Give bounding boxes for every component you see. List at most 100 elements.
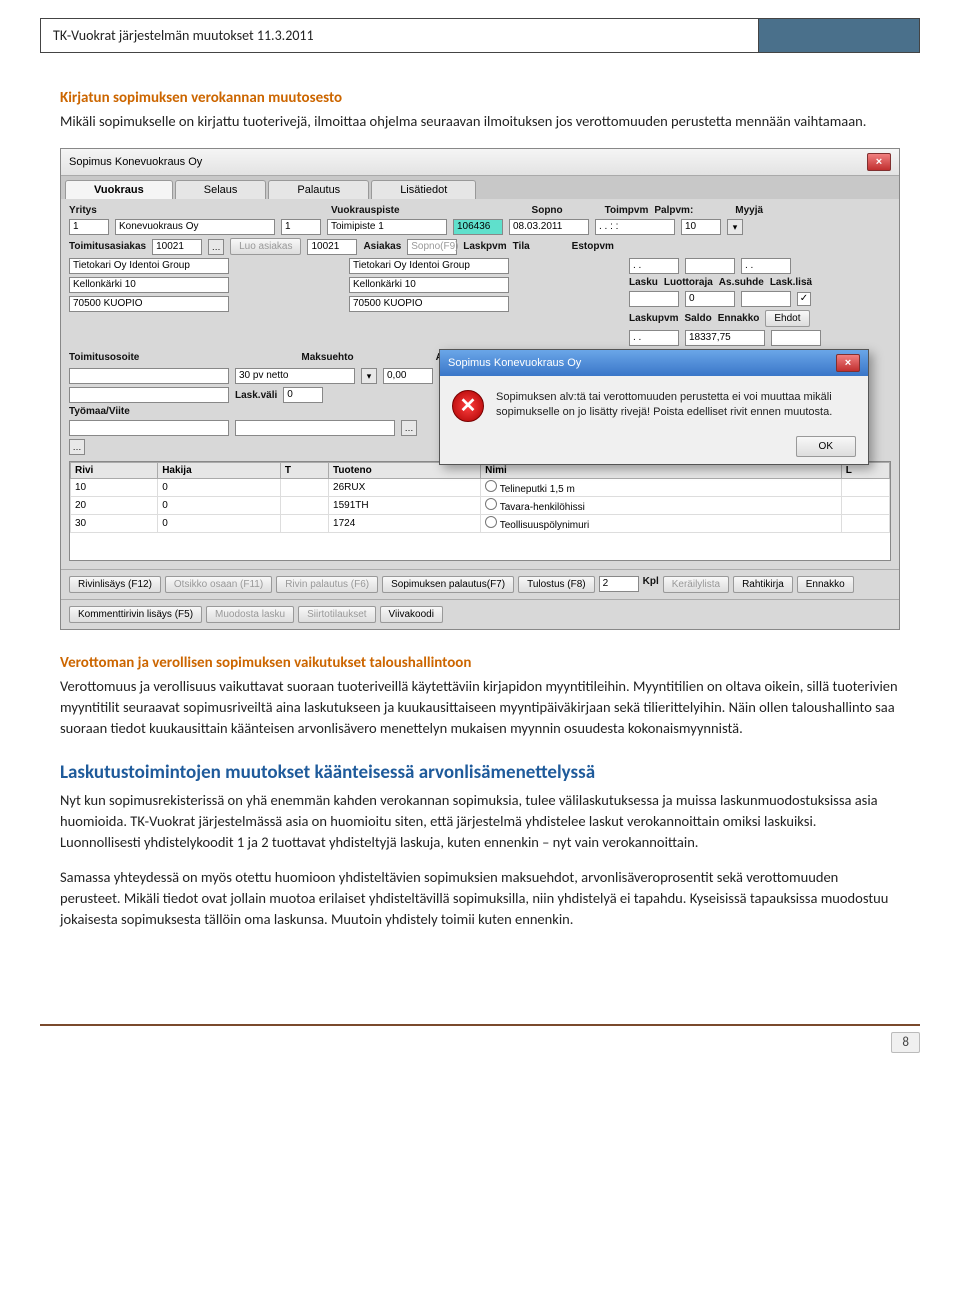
lbl-sopno: Sopno (532, 205, 563, 216)
fld-osoite1b[interactable]: Kellonkärki 10 (349, 277, 509, 293)
fld-osoite1[interactable]: Kellonkärki 10 (69, 277, 229, 293)
fld-laskupvm[interactable]: . . (629, 330, 679, 346)
close-icon[interactable]: × (836, 354, 860, 372)
ok-button[interactable]: OK (796, 436, 856, 457)
fld-yritys-nimi[interactable]: Konevuokraus Oy (115, 219, 275, 235)
close-icon[interactable]: × (867, 153, 891, 171)
lbl-palpvm: Palpvm: (654, 205, 693, 216)
section1-title: Kirjatun sopimuksen verokannan muutosest… (60, 89, 900, 107)
btn-viivakoodi[interactable]: Viivakoodi (380, 606, 443, 623)
header-accent (759, 19, 919, 52)
fld-osoite2[interactable]: 70500 KUOPIO (69, 296, 229, 312)
fld-assuhde[interactable] (741, 291, 791, 307)
app-title-text: Sopimus Konevuokraus Oy (69, 156, 202, 168)
section1-body: Mikäli sopimukselle on kirjattu tuoteriv… (60, 111, 900, 132)
fld-laskvali[interactable]: 0 (283, 387, 323, 403)
lbl-luottoraja: Luottoraja (664, 277, 713, 288)
lbl-maksuehto: Maksuehto (301, 352, 353, 363)
lbl-laskvali: Lask.väli (235, 390, 277, 401)
btn-luo-asiakas[interactable]: Luo asiakas (230, 238, 301, 255)
fld-myyja[interactable]: 10 (681, 219, 721, 235)
lbl-tyomaa: Työmaa/Viite (69, 406, 130, 417)
btn-siirtotilaukset[interactable]: Siirtotilaukset (298, 606, 375, 623)
btn-rivin-palautus[interactable]: Rivin palautus (F6) (276, 576, 378, 593)
btn-tulostus[interactable]: Tulostus (F8) (518, 576, 595, 593)
lbl-asiakas: Asiakas (363, 241, 401, 252)
fld-ennakko[interactable] (771, 330, 821, 346)
fld-yritys-no[interactable]: 1 (69, 219, 109, 235)
fld-saldo[interactable]: 18337,75 (685, 330, 765, 346)
col-t[interactable]: T (280, 463, 328, 479)
app-titlebar: Sopimus Konevuokraus Oy × (61, 149, 899, 176)
product-grid: Rivi Hakija T Tuoteno Nimi L 10 0 26RUX (69, 461, 891, 561)
search-icon[interactable] (485, 516, 497, 528)
app-button-row-1: Rivinlisäys (F12) Otsikko osaan (F11) Ri… (61, 569, 899, 599)
fld-luottoraja[interactable]: 0 (685, 291, 735, 307)
table-row[interactable]: 20 0 1591TH Tavara-henkilöhissi (71, 497, 890, 515)
search-icon[interactable] (485, 480, 497, 492)
lbl-ennakko: Ennakko (718, 313, 760, 324)
lbl-estopvm: Estopvm (572, 241, 614, 252)
lookup-icon[interactable]: … (401, 420, 417, 436)
fld-alv[interactable]: 0,00 (383, 368, 433, 384)
fld-kpl[interactable]: 2 (599, 576, 639, 592)
fld-toimitusasiakas-nimi[interactable]: Tietokari Oy Identoi Group (69, 258, 229, 274)
fld-tyomaa2[interactable] (235, 420, 395, 436)
lbl-assuhde: As.suhde (719, 277, 764, 288)
dropdown-icon[interactable]: ▾ (361, 368, 377, 384)
dropdown-icon[interactable]: ▾ (727, 219, 743, 235)
btn-sopimuksen-palautus[interactable]: Sopimuksen palautus(F7) (382, 576, 514, 593)
fld-toimitusosoite1[interactable] (69, 368, 229, 384)
fld-asiakas-no[interactable]: 10021 (307, 239, 357, 255)
app-tabs: Vuokraus Selaus Palautus Lisätiedot (61, 176, 899, 199)
btn-kommenttirivin[interactable]: Kommenttirivin lisäys (F5) (69, 606, 202, 623)
section2-body: Verottomuus ja verollisuus vaikuttavat s… (60, 676, 900, 739)
section3-p2: Samassa yhteydessä on myös otettu huomio… (60, 867, 900, 930)
btn-rahtikirja[interactable]: Rahtikirja (733, 576, 793, 593)
tab-lisatiedot[interactable]: Lisätiedot (371, 180, 476, 199)
col-hakija[interactable]: Hakija (158, 463, 281, 479)
lbl-toimitusasiakas: Toimitusasiakas (69, 241, 146, 252)
fld-sopno-ph[interactable]: Sopno(F9) (407, 239, 457, 255)
fld-osoite2b[interactable]: 70500 KUOPIO (349, 296, 509, 312)
lbl-vuokrauspiste: Vuokrauspiste (331, 205, 400, 216)
lbl-laskupvm: Laskupvm (629, 313, 678, 324)
fld-palpvm[interactable]: . . : : (595, 219, 675, 235)
section3-p1: Nyt kun sopimusrekisterissä on yhä enemm… (60, 790, 900, 853)
header-title: TK-Vuokrat järjestelmän muutokset 11.3.2… (41, 19, 759, 52)
fld-laskpvm[interactable]: . . (629, 258, 679, 274)
search-icon[interactable] (485, 498, 497, 510)
fld-sopno[interactable]: 106436 (453, 219, 503, 235)
fld-lasku[interactable] (629, 291, 679, 307)
fld-asiakas-nimi[interactable]: Tietokari Oy Identoi Group (349, 258, 509, 274)
col-rivi[interactable]: Rivi (71, 463, 158, 479)
fld-vp-no[interactable]: 1 (281, 219, 321, 235)
lookup-icon[interactable]: … (208, 239, 224, 255)
table-row[interactable]: 30 0 1724 Teollisuuspölynimuri (71, 515, 890, 533)
fld-tyomaa1[interactable] (69, 420, 229, 436)
lbl-toimpvm: Toimpvm (605, 205, 649, 216)
table-row[interactable]: 10 0 26RUX Telineputki 1,5 m (71, 479, 890, 497)
lookup-icon[interactable]: … (69, 439, 85, 455)
dialog-footer: OK (440, 432, 868, 464)
tab-palautus[interactable]: Palautus (268, 180, 369, 199)
tab-selaus[interactable]: Selaus (175, 180, 267, 199)
fld-vp-nimi[interactable]: Toimipiste 1 (327, 219, 447, 235)
fld-toimitusasiakas-no[interactable]: 10021 (152, 239, 202, 255)
fld-toimitusosoite2[interactable] (69, 387, 229, 403)
checkbox-lasklisa[interactable]: ✓ (797, 292, 811, 306)
grid-body: 10 0 26RUX Telineputki 1,5 m 20 0 1591TH (71, 479, 890, 533)
fld-toimpvm[interactable]: 08.03.2011 (509, 219, 589, 235)
btn-rivinlisays[interactable]: Rivinlisäys (F12) (69, 576, 161, 593)
fld-tila[interactable] (685, 258, 735, 274)
btn-ennakko[interactable]: Ennakko (797, 576, 854, 593)
btn-ehdot[interactable]: Ehdot (765, 310, 809, 327)
tab-vuokraus[interactable]: Vuokraus (65, 180, 173, 199)
app-window: Sopimus Konevuokraus Oy × Vuokraus Selau… (60, 148, 900, 630)
btn-keraily[interactable]: Keräilylista (663, 576, 729, 593)
btn-muodosta[interactable]: Muodosta lasku (206, 606, 294, 623)
btn-otsikko[interactable]: Otsikko osaan (F11) (165, 576, 272, 593)
fld-estopvm[interactable]: . . (741, 258, 791, 274)
fld-maksuehto[interactable]: 30 pv netto (235, 368, 355, 384)
lbl-laskpvm: Laskpvm (463, 241, 506, 252)
